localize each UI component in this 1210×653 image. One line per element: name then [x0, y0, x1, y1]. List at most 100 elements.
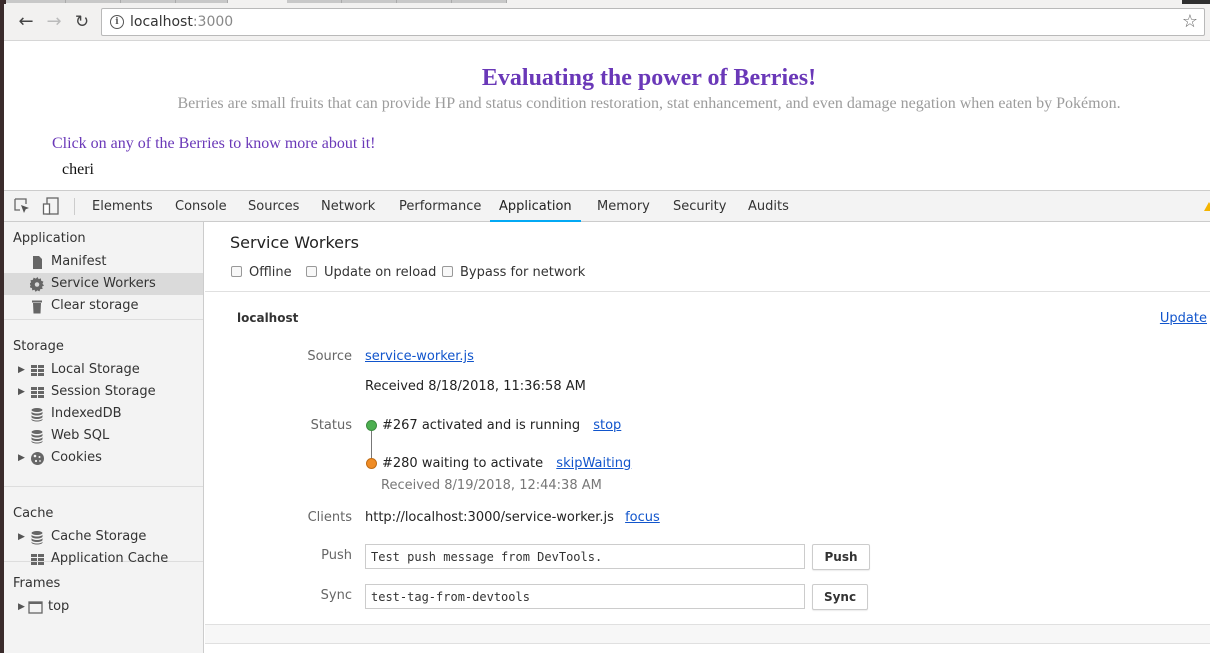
- stop-link[interactable]: stop: [593, 418, 621, 433]
- status-text-running: #267 activated and is running: [382, 418, 581, 433]
- sidebar-item-label: Service Workers: [51, 276, 156, 291]
- browser-tab[interactable]: [121, 0, 176, 3]
- sidebar-item-local-storage[interactable]: ▶ Local Storage: [4, 359, 203, 381]
- sidebar-section-application: Application Manifest Service Workers Cle…: [4, 222, 203, 320]
- checkbox-box[interactable]: [442, 266, 453, 277]
- tab-performance[interactable]: Performance: [390, 191, 490, 222]
- browser-tab[interactable]: [397, 0, 452, 3]
- grid-icon: [31, 387, 44, 398]
- toolbar-divider: [74, 198, 75, 215]
- cookie-icon: [31, 452, 44, 465]
- checkbox-box[interactable]: [306, 266, 317, 277]
- sidebar-section-title: Cache: [13, 506, 54, 521]
- expand-arrow-icon[interactable]: ▶: [18, 359, 25, 381]
- arrow-right-icon: →: [46, 11, 62, 32]
- offline-checkbox[interactable]: Offline: [231, 265, 292, 280]
- expand-arrow-icon[interactable]: ▶: [18, 526, 25, 548]
- page-title: Evaluating the power of Berries!: [481, 65, 817, 91]
- browser-tab[interactable]: [452, 0, 507, 3]
- devtools-panel: Elements Console Sources Network Perform…: [4, 190, 1210, 653]
- browser-tab[interactable]: [176, 0, 228, 3]
- source-file-link[interactable]: service-worker.js: [365, 349, 474, 364]
- address-bar[interactable]: i localhost:3000 ☆: [101, 8, 1205, 36]
- page-hint: Click on any of the Berries to know more…: [52, 135, 376, 152]
- arrow-left-icon: ←: [18, 11, 34, 32]
- sidebar-section-cache: Cache ▶ Cache Storage Application Cache: [4, 487, 203, 566]
- sidebar-item-cache-storage[interactable]: ▶ Cache Storage: [4, 526, 203, 548]
- sidebar-item-cookies[interactable]: ▶ Cookies: [4, 447, 203, 469]
- status-text-waiting: #280 waiting to activate: [382, 456, 544, 471]
- web-page: Evaluating the power of Berries! Berries…: [4, 41, 1210, 190]
- sidebar-section-title: Application: [13, 231, 86, 246]
- push-input[interactable]: [365, 544, 805, 569]
- url-host: localhost: [130, 14, 193, 30]
- checkbox-box[interactable]: [231, 266, 242, 277]
- focus-link[interactable]: focus: [625, 510, 660, 525]
- tab-memory[interactable]: Memory: [588, 191, 659, 222]
- grid-icon: [31, 365, 44, 376]
- browser-tab[interactable]: [6, 0, 66, 3]
- client-url: http://localhost:3000/service-worker.js: [365, 510, 614, 525]
- expand-arrow-icon[interactable]: ▶: [18, 381, 25, 403]
- update-on-reload-checkbox[interactable]: Update on reload: [306, 265, 436, 280]
- star-icon[interactable]: ☆: [1182, 11, 1198, 32]
- tab-sources[interactable]: Sources: [239, 191, 308, 222]
- tab-application[interactable]: Application: [490, 191, 581, 222]
- panel-title: Service Workers: [230, 233, 359, 252]
- forward-button[interactable]: →: [42, 10, 66, 34]
- info-icon[interactable]: i: [110, 15, 124, 29]
- status-label: Status: [310, 418, 352, 433]
- inspect-icon: [14, 198, 29, 213]
- sidebar-item-label: IndexedDB: [51, 406, 122, 421]
- tab-security[interactable]: Security: [664, 191, 735, 222]
- sidebar-item-indexeddb[interactable]: IndexedDB: [4, 403, 203, 425]
- tab-console[interactable]: Console: [166, 191, 236, 222]
- database-icon: [31, 531, 43, 545]
- checkbox-label: Offline: [249, 265, 292, 280]
- tab-elements[interactable]: Elements: [83, 191, 162, 222]
- sync-button[interactable]: Sync: [812, 584, 868, 610]
- sidebar-item-label: Local Storage: [51, 362, 140, 377]
- sync-input[interactable]: [365, 584, 805, 609]
- expand-arrow-icon[interactable]: ▶: [18, 447, 25, 469]
- browser-toolbar: ← → ↻ i localhost:3000 ☆: [4, 4, 1210, 41]
- push-button[interactable]: Push: [812, 544, 870, 570]
- sidebar-section-title: Storage: [13, 339, 64, 354]
- service-workers-panel: Service Workers Offline Update on reload…: [205, 222, 1210, 653]
- sidebar-item-session-storage[interactable]: ▶ Session Storage: [4, 381, 203, 403]
- sidebar-item-top-frame[interactable]: ▶ top: [4, 596, 203, 618]
- sidebar-item-manifest[interactable]: Manifest: [4, 251, 203, 273]
- sidebar-section-title: Frames: [13, 576, 61, 591]
- sidebar-section-storage: Storage ▶ Local Storage ▶ Session Storag…: [4, 320, 203, 487]
- sidebar-item-clear-storage[interactable]: Clear storage: [4, 295, 203, 317]
- browser-tab[interactable]: [342, 0, 397, 3]
- bypass-for-network-checkbox[interactable]: Bypass for network: [442, 265, 585, 280]
- checkbox-label: Update on reload: [324, 265, 437, 280]
- sidebar-item-label: Manifest: [51, 254, 107, 269]
- trash-icon: [32, 300, 42, 314]
- berry-item[interactable]: cheri: [62, 161, 94, 179]
- reload-button[interactable]: ↻: [70, 10, 94, 34]
- tab-audits[interactable]: Audits: [739, 191, 798, 222]
- update-link[interactable]: Update: [1160, 311, 1207, 326]
- sidebar-item-web-sql[interactable]: Web SQL: [4, 425, 203, 447]
- back-button[interactable]: ←: [14, 10, 38, 34]
- warning-icon[interactable]: [1204, 202, 1210, 211]
- document-icon: [33, 256, 42, 269]
- device-icon: [42, 197, 59, 215]
- application-sidebar: Application Manifest Service Workers Cle…: [4, 222, 204, 653]
- other-origins-divider: [205, 624, 1210, 644]
- tab-network[interactable]: Network: [312, 191, 384, 222]
- device-toolbar-button[interactable]: [42, 197, 62, 217]
- status-dot-running: [366, 420, 377, 431]
- browser-tab[interactable]: [287, 0, 342, 3]
- sidebar-item-label: Session Storage: [51, 384, 156, 399]
- skip-waiting-link[interactable]: skipWaiting: [556, 456, 631, 471]
- browser-tab[interactable]: [66, 0, 121, 3]
- inspect-element-button[interactable]: [13, 197, 33, 217]
- expand-arrow-icon[interactable]: ▶: [18, 596, 25, 618]
- devtools-tab-bar: Elements Console Sources Network Perform…: [4, 190, 1210, 222]
- source-received-time: Received 8/18/2018, 11:36:58 AM: [365, 379, 586, 394]
- service-workers-header: Service Workers Offline Update on reload…: [205, 222, 1210, 292]
- sidebar-item-service-workers[interactable]: Service Workers: [4, 273, 203, 295]
